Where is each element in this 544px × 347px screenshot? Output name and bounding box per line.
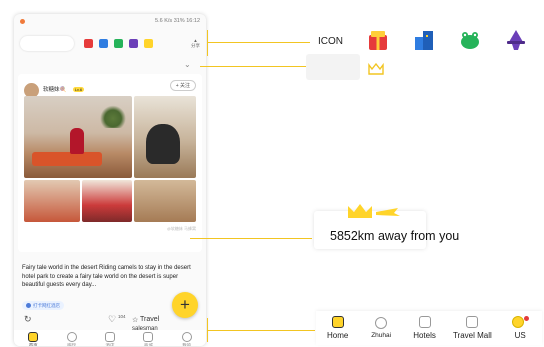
notification-dot: [20, 18, 25, 24]
city-icon[interactable]: [412, 28, 436, 52]
topic-tag[interactable]: 打卡网红酒店: [22, 301, 64, 310]
plane-icon: [348, 204, 400, 218]
top-bar: ▲ 分享: [14, 30, 206, 56]
tab-me[interactable]: 我的: [174, 332, 200, 346]
photo-thumb-3[interactable]: [134, 180, 196, 222]
home-icon: [28, 332, 39, 342]
follow-button[interactable]: + 关注: [169, 80, 196, 91]
distance-text: 5852km away from you: [330, 229, 460, 243]
gift-icon[interactable]: [366, 28, 390, 52]
photo-thumb-2[interactable]: [82, 180, 132, 222]
palm-tree: [98, 104, 128, 128]
hotel-icon: [104, 332, 115, 342]
tab-hotels-en[interactable]: Hotels: [410, 316, 440, 340]
tab-hotels[interactable]: 酒店: [97, 332, 123, 346]
gift-icon[interactable]: [84, 38, 93, 48]
tab-label: US: [514, 331, 526, 340]
witch-icon[interactable]: [129, 38, 138, 48]
guide-line-chevron: [200, 66, 308, 68]
battery-level: 31%: [173, 18, 185, 24]
tab-mall[interactable]: 商城: [135, 332, 161, 346]
tab-label: 嗨玩: [67, 343, 77, 346]
status-bar: 5.6 K/s 31% 16:12: [14, 14, 206, 28]
tab-label: Zhuhai: [371, 332, 392, 339]
location-icon: [66, 332, 77, 342]
tag-label: 打卡网红酒店: [33, 302, 60, 308]
bottom-tab-bar: 首页 嗨玩 酒店 商城 我的: [14, 330, 206, 346]
tab-label: 酒店: [105, 343, 115, 346]
like-count: 104: [118, 314, 126, 319]
share-label: 分享: [191, 42, 200, 48]
crown-icon[interactable]: [368, 62, 384, 76]
woman-figure: [70, 128, 84, 154]
star-icon[interactable]: ☆: [132, 316, 138, 324]
post-actions: ↻ ♡ 104 ☆ Travel salesman: [14, 314, 206, 332]
post-caption[interactable]: Fairy tale world in the desert Riding ca…: [22, 264, 198, 290]
location-icon: [375, 317, 388, 329]
tab-label: Hotels: [413, 331, 436, 340]
guide-line-icons: [207, 42, 310, 44]
tag-icon: [26, 303, 31, 308]
tab-label: 我的: [182, 343, 192, 346]
notification-badge: [523, 316, 529, 321]
tab-mall-en[interactable]: Travel Mall: [453, 316, 492, 340]
orange-sofa: [32, 152, 102, 166]
tab-label: 商城: [143, 343, 153, 346]
frog-icon[interactable]: [458, 28, 482, 52]
level-badge: Lv.6: [72, 87, 85, 92]
guide-line-distance: [190, 238, 312, 240]
share-button[interactable]: ▲ 分享: [191, 38, 200, 49]
top-icon-row: [84, 38, 153, 48]
network-speed: 5.6 K/s: [155, 18, 173, 24]
witch-icon[interactable]: [504, 28, 528, 52]
profile-icon: [511, 316, 524, 328]
phone-screen: 5.6 K/s 31% 16:12 ▲ 分享 ⌄ 软糖妹🍭 Lv.6 + 关注 …: [14, 14, 206, 346]
english-tab-bar: Home Zhuhai Hotels Travel Mall US: [316, 311, 542, 345]
author-name: 软糖妹🍭: [43, 87, 67, 93]
chevron-down-icon[interactable]: ⌄: [184, 60, 191, 69]
tab-label: 首页: [28, 343, 38, 346]
home-icon: [331, 316, 344, 328]
clock: 16:12: [186, 18, 200, 24]
collapsed-dropdown[interactable]: [306, 54, 360, 80]
tab-zhuhai[interactable]: 嗨玩: [59, 332, 85, 346]
post-card[interactable]: 软糖妹🍭 Lv.6 24天前发布 + 关注 @软糖妹 马蜂窝: [18, 74, 202, 252]
camel-rider: [146, 124, 180, 164]
photo-watermark: @软糖妹 马蜂窝: [166, 226, 196, 231]
tab-zhuhai-en[interactable]: Zhuhai: [366, 317, 396, 339]
tab-home[interactable]: 首页: [20, 332, 46, 346]
frog-icon[interactable]: [114, 38, 123, 48]
shop-icon: [466, 316, 479, 328]
city-icon[interactable]: [99, 38, 108, 48]
heart-icon[interactable]: ♡: [108, 314, 116, 325]
add-post-button[interactable]: +: [172, 292, 198, 318]
tab-label: Travel Mall: [452, 331, 492, 340]
share-arrow-icon[interactable]: ↻: [24, 314, 32, 325]
travel-label: Travel: [140, 316, 160, 323]
shop-icon: [143, 332, 154, 342]
photo-thumb-1[interactable]: [24, 180, 80, 222]
tab-us-en[interactable]: US: [505, 316, 535, 340]
guide-line-tabs: [207, 330, 315, 332]
status-info: 5.6 K/s 31% 16:12: [155, 18, 200, 24]
plane-icon[interactable]: [144, 38, 153, 48]
search-pill[interactable]: [20, 35, 74, 51]
tab-label: Home: [327, 331, 349, 340]
hotel-icon: [418, 316, 431, 328]
profile-icon: [181, 332, 192, 342]
tab-home-en[interactable]: Home: [323, 316, 353, 340]
icon-section-title: ICON: [318, 36, 343, 47]
